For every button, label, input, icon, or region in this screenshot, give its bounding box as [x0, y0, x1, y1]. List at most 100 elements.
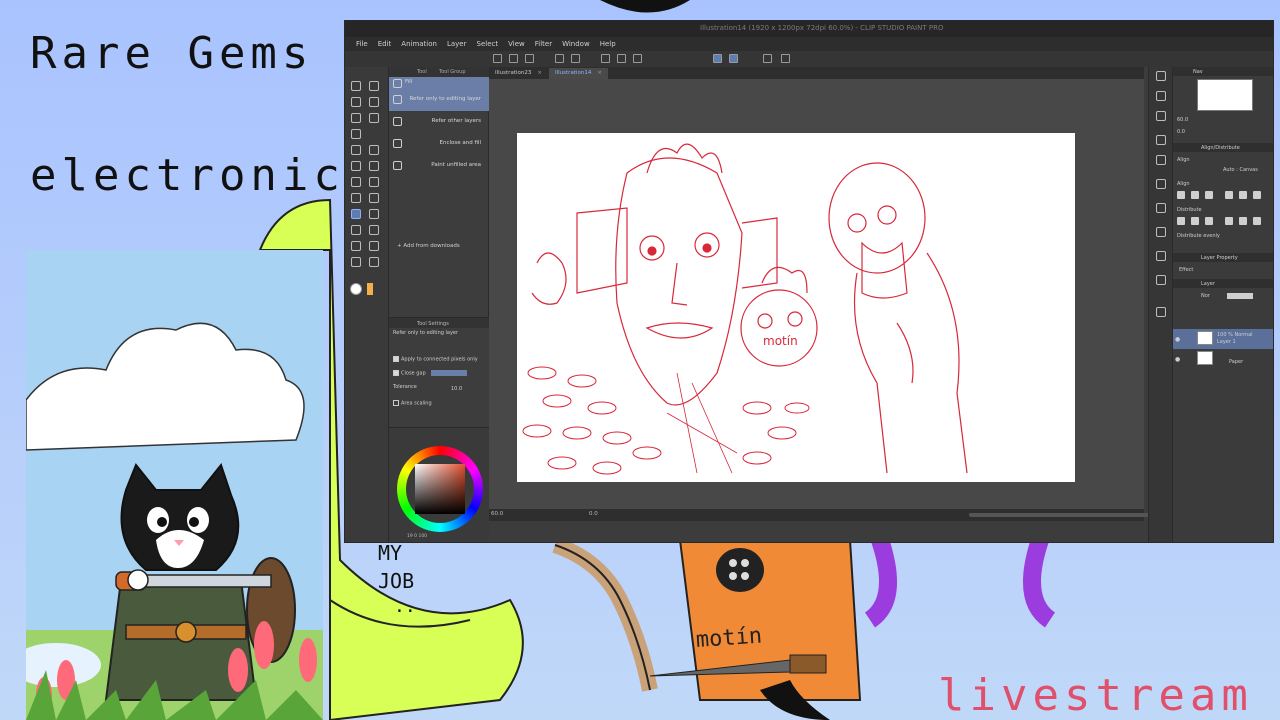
subtool-group-fill[interactable]: Fill — [389, 77, 489, 89]
align-bottom-icon[interactable] — [1253, 191, 1261, 199]
item-bank-icon[interactable] — [1156, 179, 1166, 189]
settings-icon[interactable] — [763, 54, 772, 63]
gradient-icon[interactable] — [369, 209, 379, 219]
sub-color-swatch[interactable] — [367, 283, 373, 295]
menu-help[interactable]: Help — [595, 37, 621, 51]
align-right-icon[interactable] — [1205, 191, 1213, 199]
distribute-right-icon[interactable] — [1205, 217, 1213, 225]
pen-tool-icon[interactable] — [351, 145, 361, 155]
eye-icon[interactable]: ● — [1175, 336, 1180, 343]
layer-settings-icon[interactable] — [1156, 307, 1166, 317]
new-file-icon[interactable] — [493, 54, 502, 63]
layer-row-paper[interactable]: ● Paper — [1173, 349, 1273, 369]
close-panel-icon[interactable] — [1156, 135, 1166, 145]
menu-layer[interactable]: Layer — [442, 37, 472, 51]
hand-tool-icon[interactable] — [369, 81, 379, 91]
transform-icon[interactable] — [633, 54, 642, 63]
status-zoom[interactable]: 60.0 — [491, 511, 503, 517]
tab-illustration23[interactable]: Illustration23 × — [489, 68, 548, 79]
zoom-tool-icon[interactable] — [351, 81, 361, 91]
close-icon[interactable]: × — [597, 70, 602, 76]
open-file-icon[interactable] — [509, 54, 518, 63]
history-icon[interactable] — [1156, 203, 1166, 213]
subtool-paint-unfilled-area[interactable]: Paint unfilled area — [389, 155, 489, 177]
search-icon[interactable] — [1156, 71, 1166, 81]
menu-view[interactable]: View — [503, 37, 530, 51]
subtool-tab-group[interactable]: Tool Group — [439, 69, 466, 75]
property-icon[interactable] — [1156, 251, 1166, 261]
add-from-downloads[interactable]: + Add from downloads — [397, 243, 460, 249]
align-top-icon[interactable] — [1225, 191, 1233, 199]
drawing-canvas[interactable]: motín — [517, 133, 1075, 482]
frame-tool-icon[interactable] — [369, 193, 379, 203]
menu-filter[interactable]: Filter — [530, 37, 557, 51]
redo-icon[interactable] — [571, 54, 580, 63]
distribute-top-icon[interactable] — [1225, 217, 1233, 225]
status-rotation[interactable]: 0.0 — [589, 511, 598, 517]
brush-size-icon[interactable] — [1156, 275, 1166, 285]
undo-icon[interactable] — [555, 54, 564, 63]
material-icon[interactable] — [1156, 91, 1166, 101]
menu-select[interactable]: Select — [472, 37, 504, 51]
opacity-slider[interactable] — [1227, 293, 1253, 299]
tab-illustration14[interactable]: Illustration14 × — [549, 68, 608, 79]
auto-select-icon[interactable] — [369, 113, 379, 123]
airbrush-icon[interactable] — [369, 161, 379, 171]
align-icon[interactable] — [1156, 227, 1166, 237]
align-left-icon[interactable] — [1177, 191, 1185, 199]
sub-view-icon[interactable] — [1156, 155, 1166, 165]
menu-window[interactable]: Window — [557, 37, 595, 51]
canvas-area[interactable]: motín — [489, 79, 1144, 509]
horizontal-scrollbar[interactable] — [969, 513, 1149, 517]
eyedropper-icon[interactable] — [351, 129, 361, 139]
clear-icon[interactable] — [601, 54, 610, 63]
navigator-zoom[interactable]: 60.0 — [1177, 117, 1188, 123]
eye-icon[interactable]: ● — [1175, 356, 1180, 363]
blend-mode-select[interactable]: Nor — [1201, 293, 1210, 299]
correct-line-icon[interactable] — [369, 257, 379, 267]
save-icon[interactable] — [525, 54, 534, 63]
figure-tool-icon[interactable] — [351, 225, 361, 235]
operation-tool-icon[interactable] — [351, 97, 361, 107]
pencil-tool-icon[interactable] — [369, 145, 379, 155]
fill-tool-icon[interactable] — [351, 209, 361, 219]
ruler-tool-icon[interactable] — [369, 225, 379, 235]
text-tool-icon[interactable] — [369, 241, 379, 251]
move-tool-icon[interactable] — [369, 97, 379, 107]
subtool-refer-editing-layer[interactable]: Refer only to editing layer — [389, 89, 489, 111]
align-center-icon[interactable] — [1191, 191, 1199, 199]
align-target[interactable]: Auto : Canvas — [1223, 167, 1258, 173]
area-scaling-checkbox[interactable]: Area scaling — [393, 400, 432, 407]
snap-ruler-icon[interactable] — [713, 54, 722, 63]
frame-border-icon[interactable] — [351, 241, 361, 251]
close-gap-slider[interactable] — [431, 370, 468, 376]
selection-tool-icon[interactable] — [351, 113, 361, 123]
snap-grid-icon[interactable] — [729, 54, 738, 63]
decoration-icon[interactable] — [351, 177, 361, 187]
distribute-middle-icon[interactable] — [1239, 217, 1247, 225]
distribute-center-icon[interactable] — [1191, 217, 1199, 225]
tips-icon[interactable] — [781, 54, 790, 63]
navigator-tab[interactable]: Nav — [1193, 69, 1203, 75]
subtool-refer-other-layers[interactable]: Refer other layers — [389, 111, 489, 133]
blend-tool-icon[interactable] — [351, 193, 361, 203]
align-middle-icon[interactable] — [1239, 191, 1247, 199]
menu-animation[interactable]: Animation — [396, 37, 442, 51]
navigator-thumbnail[interactable] — [1197, 79, 1253, 111]
distribute-left-icon[interactable] — [1177, 217, 1185, 225]
menu-edit[interactable]: Edit — [373, 37, 397, 51]
navigator-rotation[interactable]: 0.0 — [1177, 129, 1185, 135]
tolerance-value[interactable]: 10.0 — [451, 386, 462, 392]
main-color-swatch[interactable] — [350, 283, 362, 295]
close-gap-checkbox[interactable]: Close gap — [393, 370, 468, 377]
close-icon[interactable]: × — [537, 70, 542, 76]
menu-file[interactable]: File — [351, 37, 373, 51]
subtool-enclose-and-fill[interactable]: Enclose and fill — [389, 133, 489, 155]
apply-connected-checkbox[interactable]: Apply to connected pixels only — [393, 356, 478, 363]
brush-tool-icon[interactable] — [351, 161, 361, 171]
fill-layer-icon[interactable] — [617, 54, 626, 63]
saturation-value-square[interactable] — [415, 464, 465, 514]
balloon-tool-icon[interactable] — [351, 257, 361, 267]
layer-row-layer1[interactable]: ● 100 % Normal Layer 1 — [1173, 329, 1273, 349]
eraser-icon[interactable] — [369, 177, 379, 187]
